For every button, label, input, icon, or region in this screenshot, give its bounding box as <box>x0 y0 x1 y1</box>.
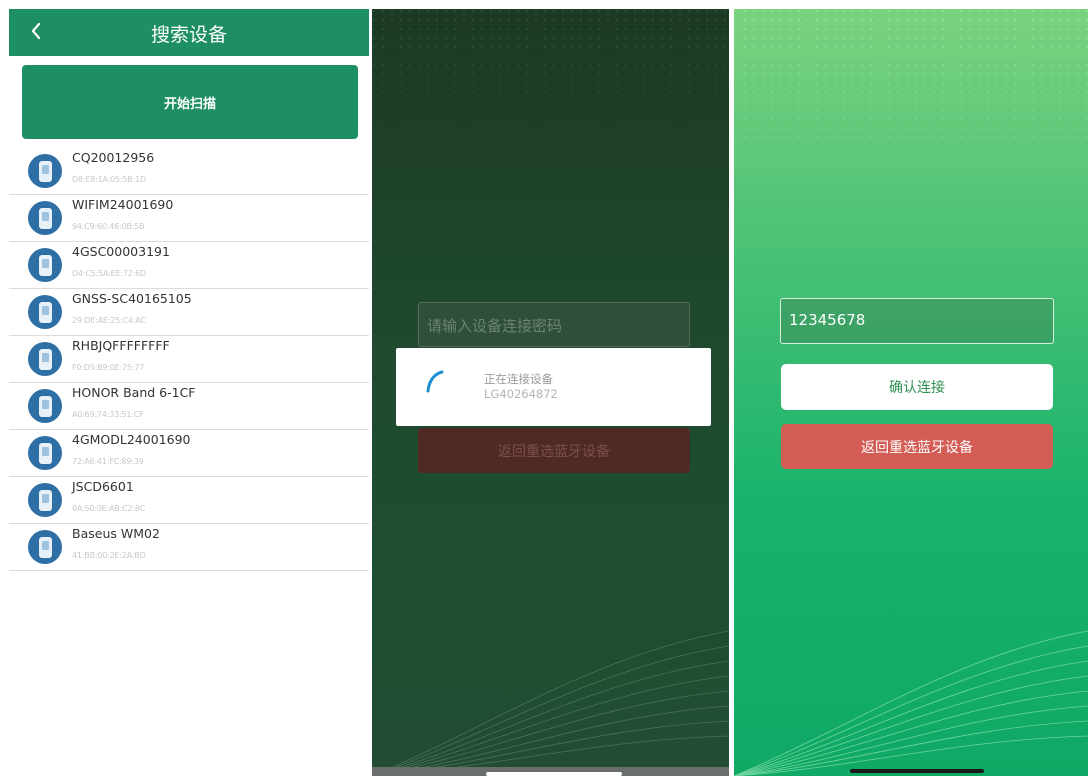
home-indicator[interactable] <box>486 772 622 776</box>
device-name: 4GSC00003191 <box>72 244 170 259</box>
device-name: 4GMODL24001690 <box>72 432 191 447</box>
device-list-item[interactable]: HONOR Band 6-1CF A0:69:74:33:51:CF <box>9 383 369 430</box>
phone-icon <box>28 201 62 235</box>
device-list-item[interactable]: WIFIM24001690 94:C9:60:46:0B:5B <box>9 195 369 242</box>
phone-icon <box>28 436 62 470</box>
phone-icon <box>28 248 62 282</box>
connecting-dialog: 正在连接设备 LG40264872 <box>396 348 711 426</box>
wave-lines <box>372 630 729 776</box>
device-name: JSCD6601 <box>72 479 134 494</box>
device-name: HONOR Band 6-1CF <box>72 385 196 400</box>
wave-lines <box>734 630 1088 776</box>
device-search-screen: 搜索设备 开始扫描 CQ20012956 D8:E8:1A:05:5B:1D WIF… <box>9 9 369 776</box>
loading-spinner-icon <box>426 370 444 393</box>
device-list: CQ20012956 D8:E8:1A:05:5B:1D WIFIM24001690… <box>9 148 369 571</box>
device-mac: D8:E8:1A:05:5B:1D <box>72 175 146 184</box>
device-list-item[interactable]: CQ20012956 D8:E8:1A:05:5B:1D <box>9 148 369 195</box>
reselect-device-button[interactable]: 返回重选蓝牙设备 <box>781 424 1053 469</box>
device-name: GNSS-SC40165105 <box>72 291 192 306</box>
start-scan-button[interactable]: 开始扫描 <box>22 65 358 139</box>
device-list-item[interactable]: GNSS-SC40165105 29:DE:AE:25:C4:AC <box>9 289 369 336</box>
device-name: CQ20012956 <box>72 150 155 165</box>
device-list-item[interactable]: 4GMODL24001690 72:A6:41:FC:89:39 <box>9 430 369 477</box>
home-indicator[interactable] <box>850 769 984 773</box>
password-input[interactable]: 12345678 <box>780 298 1054 344</box>
device-list-item[interactable]: 4GSC00003191 D4:C5:5A:EE:72:6D <box>9 242 369 289</box>
device-name: Baseus WM02 <box>72 526 160 541</box>
dialog-message: 正在连接设备 <box>484 372 553 386</box>
device-list-item[interactable]: RHBJQFFFFFFFF F0:D5:B9:0E:75:77 <box>9 336 369 383</box>
device-mac: 0A:50:0E:AB:C2:8C <box>72 504 146 513</box>
confirm-connect-button[interactable]: 确认连接 <box>781 364 1053 410</box>
device-list-item[interactable]: Baseus WM02 41:BB:00:2E:2A:BD <box>9 524 369 571</box>
connecting-screen: 请输入设备连接密码 返回重选蓝牙设备 正在连接设备 LG40264872 <box>372 9 729 776</box>
phone-icon <box>28 295 62 329</box>
dot-pattern <box>734 9 1088 209</box>
navigation-bar <box>372 767 729 776</box>
confirm-connection-screen: 12345678 确认连接 返回重选蓝牙设备 <box>734 9 1088 776</box>
phone-icon <box>28 483 62 517</box>
phone-icon <box>28 342 62 376</box>
dot-pattern <box>372 9 729 209</box>
header-bar: 搜索设备 <box>9 9 369 56</box>
device-mac: 41:BB:00:2E:2A:BD <box>72 551 146 560</box>
device-mac: F0:D5:B9:0E:75:77 <box>72 363 145 372</box>
device-mac: D4:C5:5A:EE:72:6D <box>72 269 146 278</box>
reselect-device-button[interactable]: 返回重选蓝牙设备 <box>418 428 690 473</box>
device-mac: 29:DE:AE:25:C4:AC <box>72 316 146 325</box>
device-mac: A0:69:74:33:51:CF <box>72 410 144 419</box>
phone-icon <box>28 530 62 564</box>
device-list-item[interactable]: JSCD6601 0A:50:0E:AB:C2:8C <box>9 477 369 524</box>
phone-icon <box>28 389 62 423</box>
device-mac: 72:A6:41:FC:89:39 <box>72 457 144 466</box>
dialog-device-name: LG40264872 <box>484 387 558 401</box>
device-mac: 94:C9:60:46:0B:5B <box>72 222 145 231</box>
device-name: RHBJQFFFFFFFF <box>72 338 170 353</box>
device-name: WIFIM24001690 <box>72 197 174 212</box>
page-title: 搜索设备 <box>150 24 227 46</box>
password-input[interactable]: 请输入设备连接密码 <box>418 302 690 347</box>
phone-icon <box>28 154 62 188</box>
